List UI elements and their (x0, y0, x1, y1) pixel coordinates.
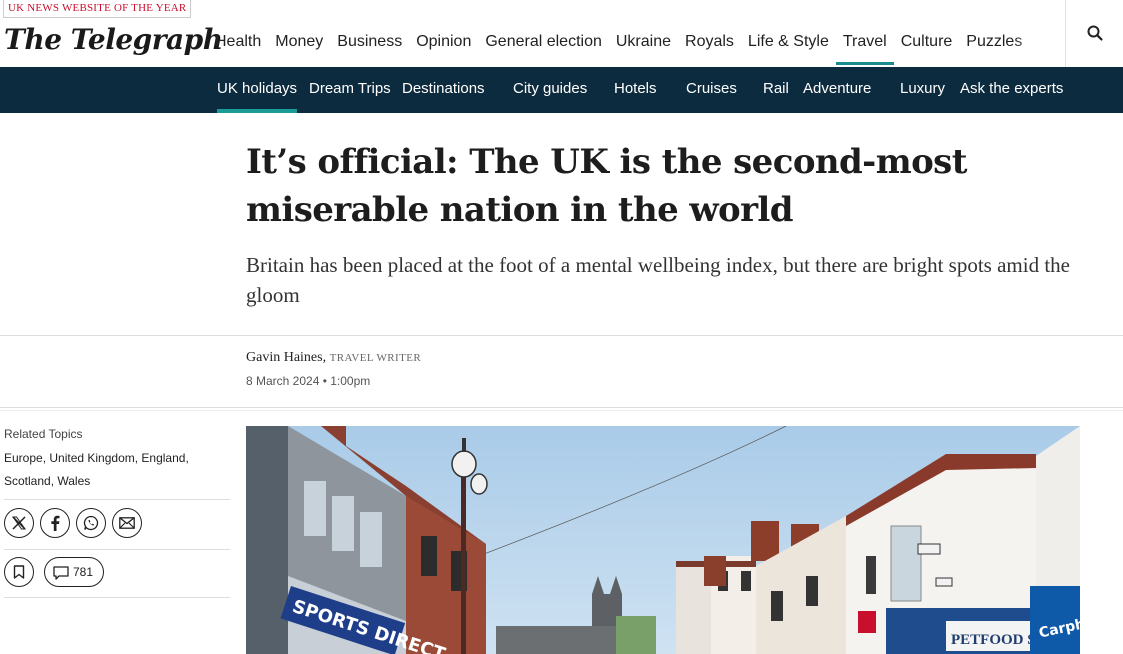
save-comment-row: 781 (4, 557, 105, 587)
subnav-cruises[interactable]: Cruises (686, 67, 737, 113)
nav-general-election[interactable]: General election (478, 26, 609, 58)
nav-culture[interactable]: Culture (894, 26, 960, 58)
author-role: Travel Writer (329, 352, 422, 364)
nav-fade (1013, 26, 1053, 66)
subnav-hotels[interactable]: Hotels (614, 67, 657, 113)
article-standfirst: Britain has been placed at the foot of a… (246, 253, 1070, 307)
nav-health[interactable]: Health (208, 26, 268, 58)
subnav-dream-trips[interactable]: Dream Trips (309, 67, 391, 113)
main-nav: Health Money Business Opinion General electi… (208, 26, 1053, 66)
x-icon (12, 516, 26, 530)
site-header: UK NEWS WEBSITE OF THE YEAR The Telegrap… (0, 0, 1123, 67)
subnav-ask-the-experts[interactable]: Ask the experts (960, 67, 1063, 113)
travel-subnav: UK holidays Dream Trips Destinations Cit… (0, 67, 1123, 113)
share-whatsapp-button[interactable] (76, 508, 106, 538)
divider (0, 407, 1123, 408)
shop-sign-petfood: PETFOOD S (951, 632, 1036, 648)
nav-royals[interactable]: Royals (678, 26, 741, 58)
publish-date: 8 March 2024 • 1:00pm (246, 374, 371, 388)
comment-icon (53, 566, 69, 580)
nav-life-style[interactable]: Life & Style (741, 26, 836, 58)
subnav-destinations[interactable]: Destinations (402, 67, 485, 113)
email-icon (119, 517, 135, 529)
related-topics-links[interactable]: Europe, United Kingdom, England, Scotlan… (4, 447, 224, 493)
street-scene-illustration: SPORTS DIRECT PETFOOD S Carpho (246, 426, 1080, 654)
subnav-adventure[interactable]: Adventure (803, 67, 871, 113)
subnav-rail[interactable]: Rail (763, 67, 789, 113)
nav-money[interactable]: Money (268, 26, 330, 58)
whatsapp-icon (83, 515, 99, 531)
nav-ukraine[interactable]: Ukraine (609, 26, 678, 58)
nav-opinion[interactable]: Opinion (409, 26, 478, 58)
subnav-luxury[interactable]: Luxury (900, 67, 945, 113)
divider (4, 499, 230, 500)
bookmark-icon (13, 565, 25, 579)
subnav-uk-holidays[interactable]: UK holidays (217, 67, 298, 113)
author-name[interactable]: Gavin Haines, (246, 350, 326, 365)
bookmark-button[interactable] (4, 557, 34, 587)
subnav-city-guides[interactable]: City guides (513, 67, 587, 113)
search-icon[interactable] (1086, 24, 1104, 42)
facebook-icon (51, 515, 60, 531)
share-x-button[interactable] (4, 508, 34, 538)
divider (0, 335, 1123, 336)
nav-travel[interactable]: Travel (835, 26, 894, 65)
article-headline: It’s official: The UK is the second-most… (246, 142, 967, 230)
related-topics-label: Related Topics (4, 427, 83, 441)
share-buttons (4, 508, 148, 538)
divider (0, 410, 1123, 411)
share-email-button[interactable] (112, 508, 142, 538)
divider (4, 597, 230, 598)
award-badge: UK NEWS WEBSITE OF THE YEAR (3, 0, 192, 18)
nav-business[interactable]: Business (330, 26, 409, 58)
search-area (1065, 0, 1123, 67)
hero-image: SPORTS DIRECT PETFOOD S Carpho (246, 426, 1080, 654)
comment-count: 781 (73, 565, 94, 579)
telegraph-logo[interactable]: The Telegraph (4, 22, 223, 58)
comments-button[interactable]: 781 (44, 557, 105, 587)
byline: Gavin Haines, Travel Writer (246, 350, 421, 366)
share-facebook-button[interactable] (40, 508, 70, 538)
divider (4, 549, 230, 550)
